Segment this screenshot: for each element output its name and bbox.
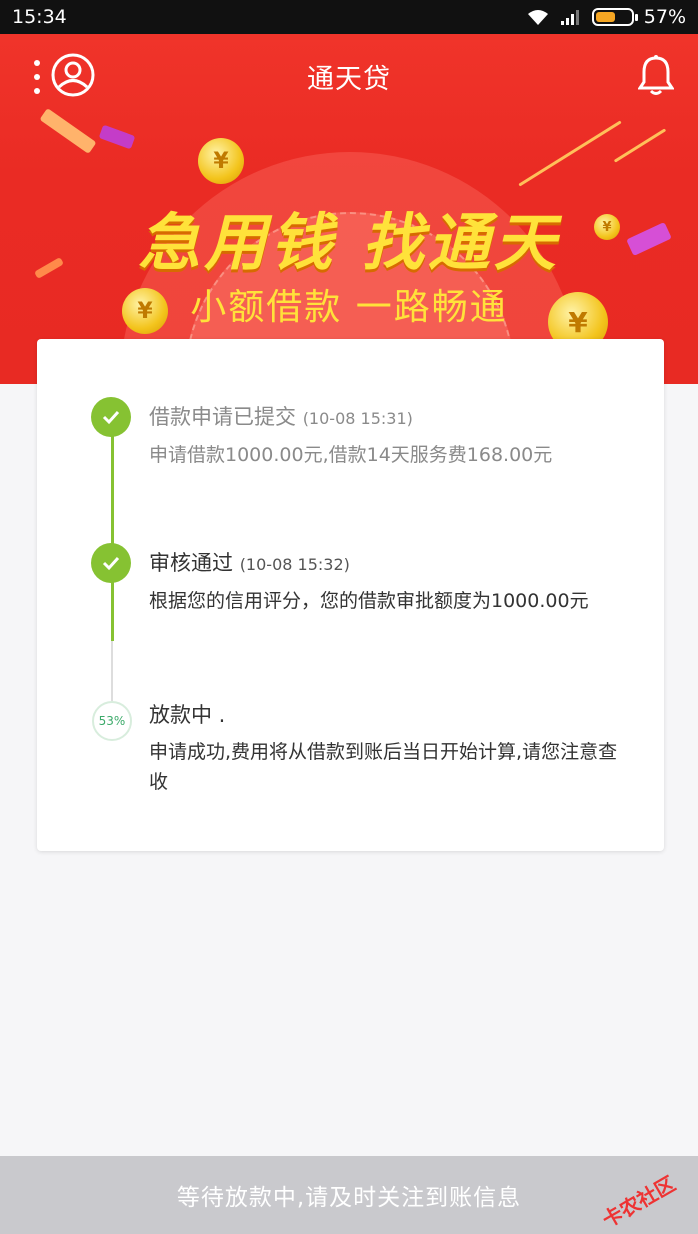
step-description: 申请借款1000.00元,借款14天服务费168.00元: [149, 444, 553, 466]
bottom-status-text: 等待放款中,请及时关注到账信息: [176, 1185, 522, 1211]
check-circle-icon: [91, 397, 131, 437]
step-time: (10-08 15:31): [302, 409, 413, 428]
confetti-decoration: [613, 128, 667, 163]
timeline-connector-pending: [111, 641, 113, 701]
step-title-text: 放款中 .: [149, 703, 226, 727]
step-title-text: 借款申请已提交: [149, 405, 296, 429]
step-title-text: 审核通过: [149, 551, 233, 575]
loan-status-card: 借款申请已提交 (10-08 15:31) 申请借款1000.00元,借款14天…: [37, 339, 664, 851]
header-banner: ¥ ¥ ¥ ¥ 通天贷 急用钱 找通天 小额借款 一路畅通: [0, 34, 698, 384]
notification-bell-icon[interactable]: [638, 54, 674, 96]
battery-icon: [591, 8, 638, 26]
battery-percent: 57%: [643, 6, 686, 28]
user-profile-icon[interactable]: [50, 52, 96, 98]
coin-decoration: ¥: [198, 138, 244, 184]
step-title: 审核通过 (10-08 15:32): [149, 547, 350, 577]
check-circle-icon: [91, 543, 131, 583]
status-bar: 15:34 57%: [0, 0, 698, 34]
signal-icon: [560, 10, 579, 25]
step-title: 放款中 .: [149, 699, 225, 729]
top-nav-bar: 通天贷: [0, 34, 698, 118]
status-time: 15:34: [12, 6, 67, 28]
page-title: 通天贷: [307, 63, 391, 95]
wifi-icon: [527, 10, 548, 25]
battery-fill: [595, 12, 616, 22]
progress-percent: 53%: [98, 714, 126, 728]
timeline-connector-done: [111, 433, 114, 641]
banner-slogan-main: 急用钱 找通天: [138, 206, 560, 279]
confetti-decoration: [518, 120, 622, 187]
banner-slogan-sub: 小额借款 一路畅通: [190, 287, 508, 328]
step-description: 申请成功,费用将从借款到账后当日开始计算,请您注意查收: [149, 741, 618, 793]
disbursement-progress-indicator: 53%: [92, 701, 132, 741]
step-time: (10-08 15:32): [239, 555, 350, 574]
more-menu-icon[interactable]: [33, 60, 41, 94]
confetti-decoration: [98, 124, 136, 150]
status-icons: 57%: [526, 6, 686, 28]
step-title: 借款申请已提交 (10-08 15:31): [149, 401, 413, 431]
watermark-logo: 卡农社区: [598, 1171, 679, 1230]
step-description: 根据您的信用评分，您的借款审批额度为1000.00元: [149, 590, 589, 612]
svg-text:卡农社区: 卡农社区: [598, 1171, 679, 1230]
